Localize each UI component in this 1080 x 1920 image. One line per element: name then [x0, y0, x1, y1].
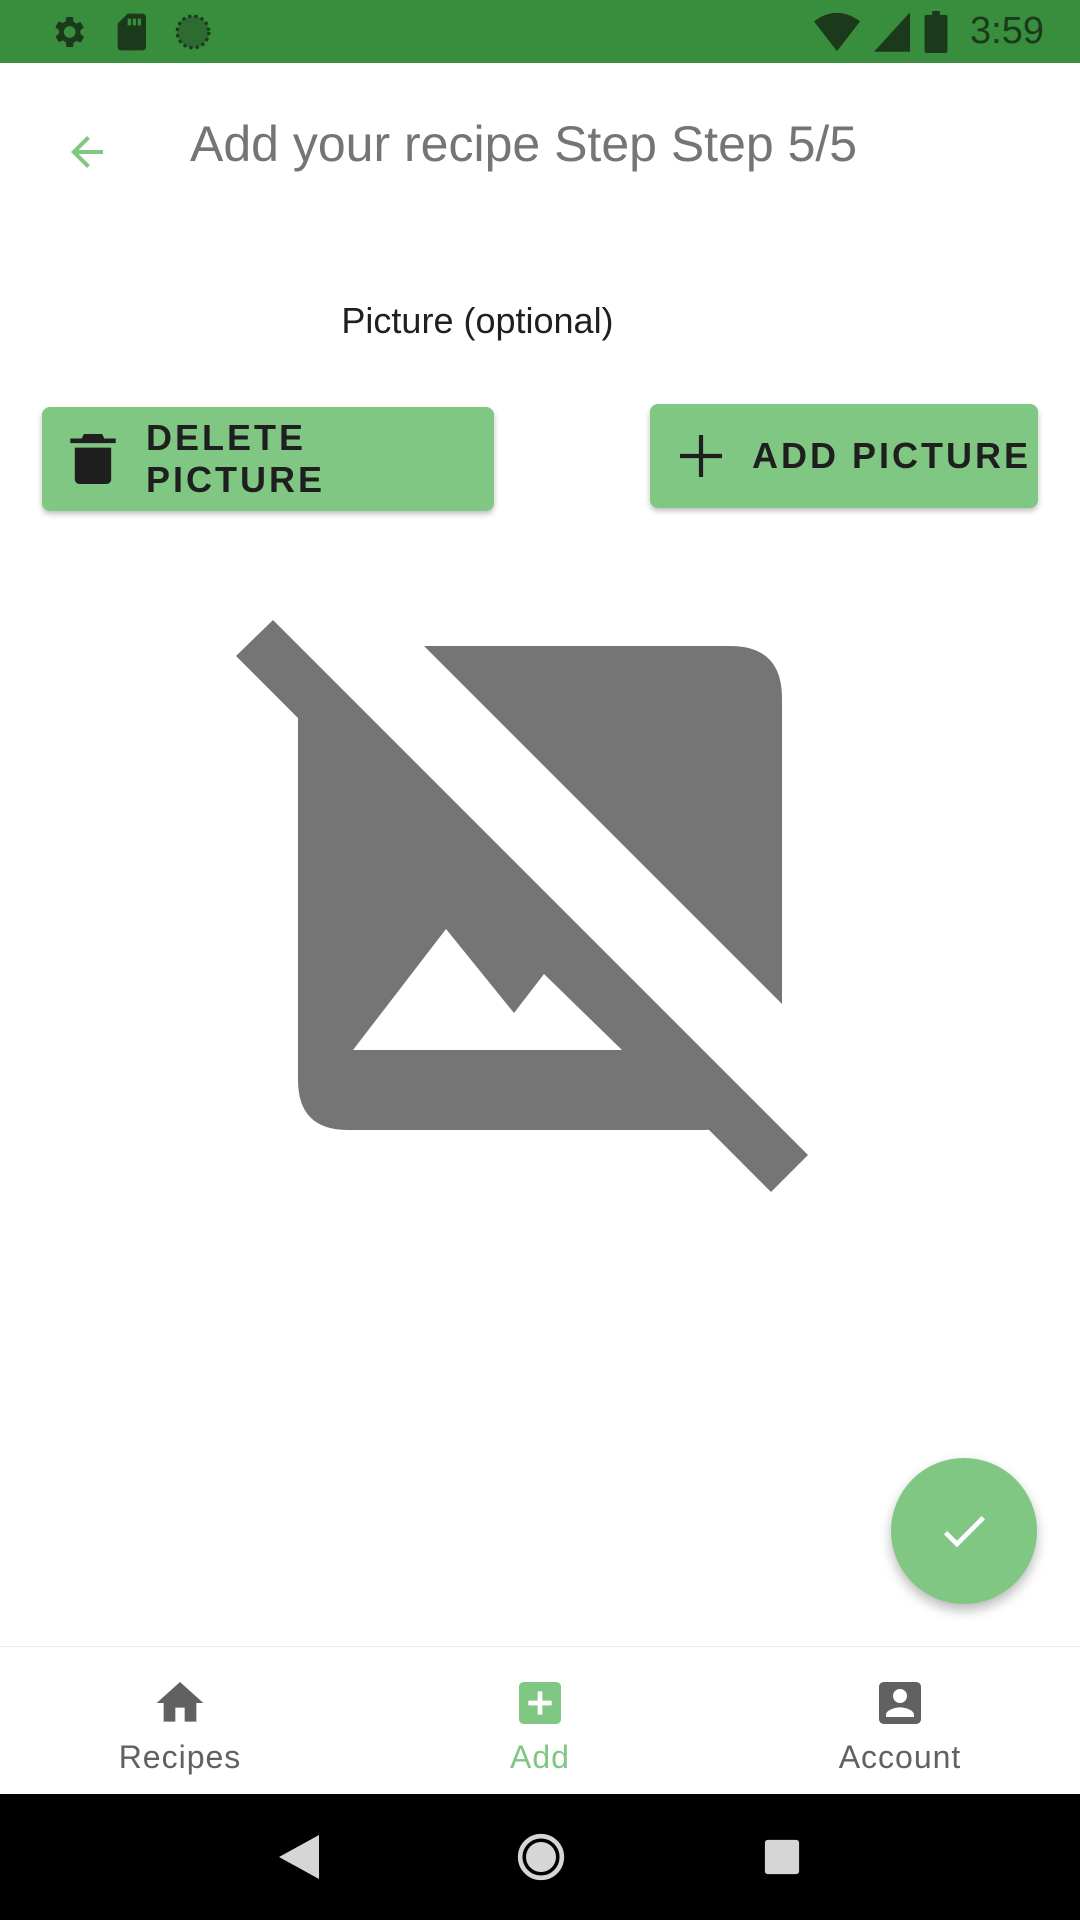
status-right-icons: 3:59 [800, 10, 1044, 53]
status-bar: 3:59 [0, 0, 1080, 63]
signal-icon [874, 11, 911, 52]
nav-item-account[interactable]: Account [720, 1647, 1080, 1794]
settings-icon [55, 16, 84, 47]
back-triangle-icon[interactable] [278, 1835, 319, 1879]
delete-picture-label: DELETE PICTURE [146, 417, 326, 500]
image-not-supported-icon [236, 620, 808, 1192]
nav-item-add[interactable]: Add [360, 1647, 720, 1794]
back-button[interactable] [50, 115, 124, 189]
bottom-nav: Recipes Add Account [0, 1646, 1080, 1794]
nav-label-account: Account [838, 1739, 962, 1775]
status-time: 3:59 [970, 10, 1044, 52]
status-left-icons [48, 12, 238, 52]
recents-square-icon[interactable] [763, 1838, 801, 1876]
add-picture-label: ADD PICTURE [752, 435, 1032, 476]
nav-label-recipes: Recipes [118, 1739, 242, 1775]
account-box-icon [879, 1682, 921, 1724]
sd-card-icon [117, 13, 146, 50]
page-title: Add your recipe Step Step 5/5 [190, 116, 858, 172]
home-icon [156, 1682, 204, 1722]
add-picture-button[interactable]: ADD PICTURE [650, 404, 1038, 508]
trash-icon [70, 434, 116, 484]
battery-icon [924, 10, 948, 53]
app-bar: Add your recipe Step Step 5/5 [0, 63, 1080, 223]
wifi-icon [814, 12, 861, 51]
delete-picture-button[interactable]: DELETE PICTURE [42, 407, 494, 511]
plus-icon [680, 435, 722, 477]
confirm-fab[interactable] [891, 1458, 1037, 1604]
picture-section-label: Picture (optional) [341, 300, 614, 341]
screen: 3:59 Add your recipe Step Step 5/5 Pictu… [0, 0, 1080, 1920]
nav-item-recipes[interactable]: Recipes [0, 1647, 360, 1794]
arrow-back-icon [71, 136, 103, 168]
sync-icon [175, 14, 211, 49]
add-box-icon [519, 1682, 561, 1724]
system-nav-bar [0, 1794, 1080, 1920]
nav-label-add: Add [510, 1739, 570, 1775]
home-circle-icon[interactable] [516, 1832, 566, 1882]
check-icon [943, 1516, 985, 1548]
